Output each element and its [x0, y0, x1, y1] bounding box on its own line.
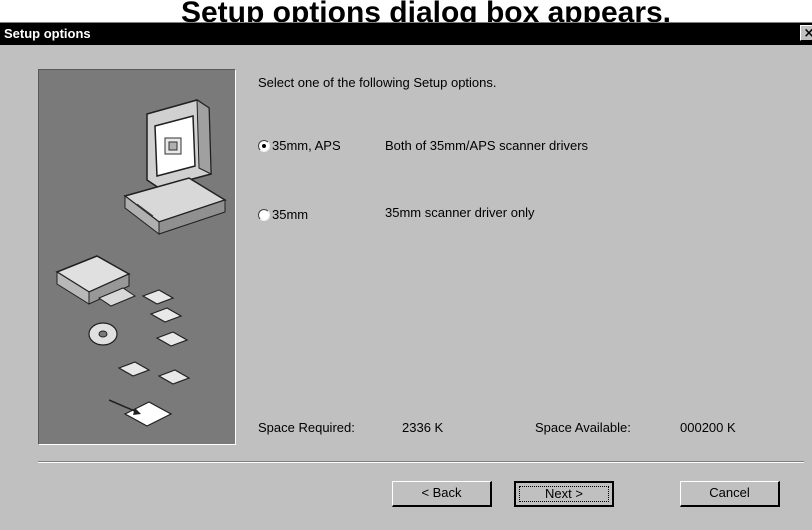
next-button[interactable]: Next > — [514, 481, 614, 507]
disk-drive-icon — [55, 255, 137, 307]
radio-selected-dot — [262, 144, 266, 148]
focus-rect — [519, 486, 609, 502]
back-button-label: < Back — [421, 485, 462, 500]
option-label-35mm-aps[interactable]: 35mm, APS — [272, 138, 341, 153]
title-bar: Setup options × — [0, 23, 812, 45]
space-available-label: Space Available: — [535, 420, 631, 435]
option-description-35mm-aps: Both of 35mm/APS scanner drivers — [385, 138, 589, 153]
space-required-value: 2336 K — [402, 420, 444, 435]
space-required-label: Space Required: — [258, 420, 355, 435]
space-available-value: 000200 K — [680, 420, 736, 435]
window-title: Setup options — [4, 26, 91, 41]
setup-prompt: Select one of the following Setup option… — [258, 75, 497, 90]
setup-artwork — [55, 99, 227, 427]
close-button[interactable]: × — [800, 25, 812, 41]
cd-disc-icon — [88, 322, 118, 346]
document-icon — [108, 399, 173, 427]
setup-options-dialog: Setup options × Select one of the follow… — [0, 22, 812, 530]
cancel-button-label: Cancel — [709, 485, 750, 500]
setup-illustration — [38, 69, 236, 445]
radio-35mm-aps[interactable] — [258, 140, 270, 152]
separator — [38, 461, 804, 463]
option-description-35mm: 35mm scanner driver only — [385, 205, 535, 220]
cancel-button[interactable]: Cancel — [680, 481, 780, 507]
computer-icon — [123, 99, 227, 236]
radio-35mm[interactable] — [258, 209, 270, 221]
option-label-35mm[interactable]: 35mm — [272, 207, 308, 222]
floppy-disk-icon — [117, 289, 191, 385]
back-button[interactable]: < Back — [392, 481, 492, 507]
